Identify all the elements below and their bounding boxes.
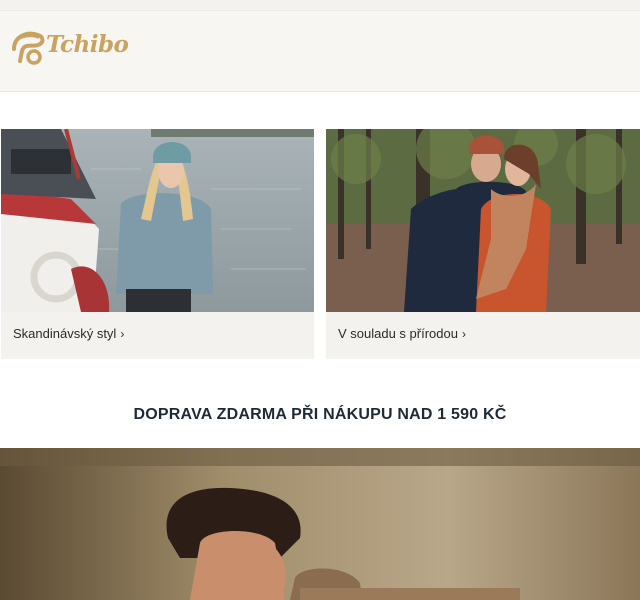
- top-strip: [0, 0, 640, 11]
- teaser-label: Skandinávský styl: [13, 326, 117, 341]
- teaser-link-nature[interactable]: V souladu s přírodou ›: [338, 326, 466, 341]
- tchibo-logo[interactable]: Tchibo: [10, 25, 140, 69]
- site-header: Tchibo: [0, 11, 640, 92]
- teaser-image-scandinavian: [1, 129, 314, 312]
- chevron-right-icon: ›: [120, 327, 125, 341]
- teaser-image-nature: [326, 129, 640, 312]
- free-shipping-banner: DOPRAVA ZDARMA PŘI NÁKUPU NAD 1 590 KČ: [133, 406, 507, 423]
- teaser-link-scandinavian[interactable]: Skandinávský styl ›: [13, 326, 124, 341]
- page: Tchibo Skandinávský styl › V souladu s p…: [0, 0, 640, 600]
- chevron-right-icon: ›: [461, 327, 466, 341]
- teaser-label: V souladu s přírodou: [338, 326, 458, 341]
- teaser-card-scandinavian[interactable]: Skandinávský styl ›: [1, 129, 314, 359]
- teaser-card-nature[interactable]: V souladu s přírodou ›: [326, 129, 640, 359]
- coffee-bean-logo-icon: [12, 31, 45, 65]
- logo-wordmark: Tchibo: [46, 31, 129, 58]
- hero-image: [0, 448, 640, 600]
